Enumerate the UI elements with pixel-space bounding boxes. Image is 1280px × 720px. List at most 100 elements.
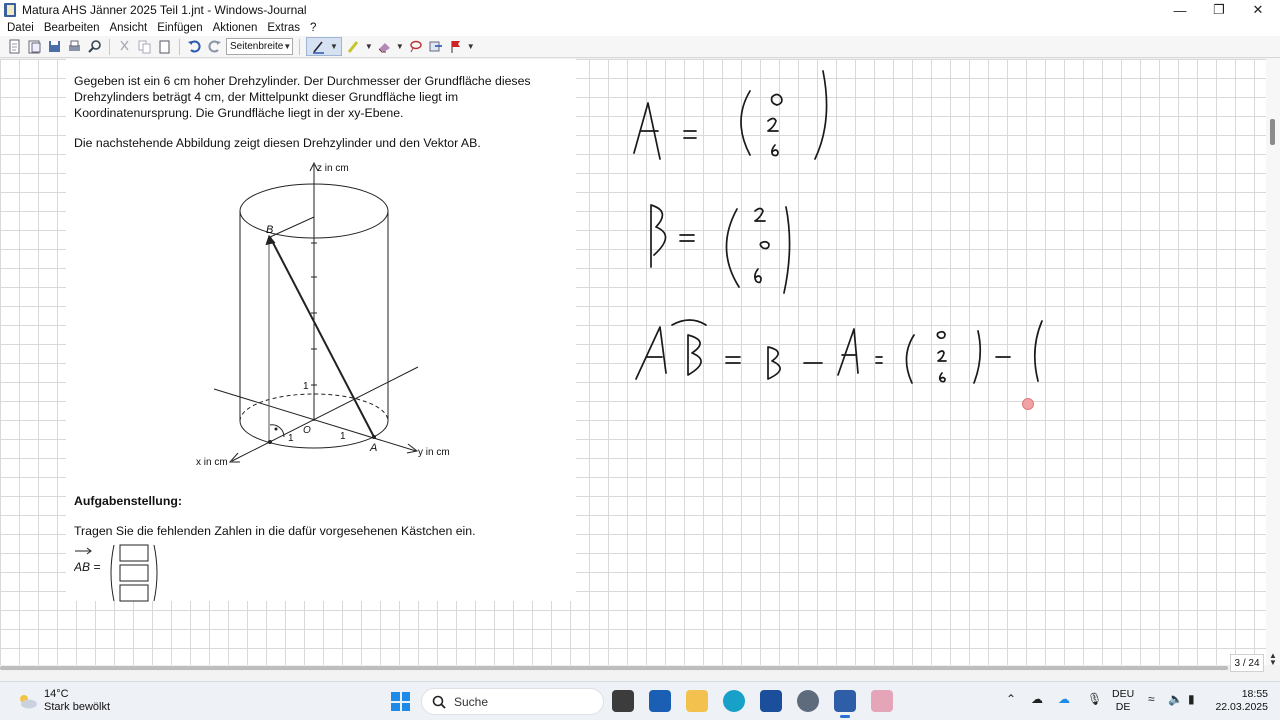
- cut-icon[interactable]: [116, 38, 133, 55]
- windows-journal-icon[interactable]: [834, 690, 856, 718]
- start-button[interactable]: [391, 692, 410, 711]
- keyboard-layout: DE: [1115, 701, 1131, 713]
- file-explorer-icon[interactable]: [686, 690, 708, 712]
- taskbar: 14°C Stark bewölkt Suche ⌃ ☁ ☁ 🎙 DEU DE …: [0, 681, 1280, 720]
- ink-paren-left: [725, 208, 740, 288]
- language-code: DEU: [1112, 688, 1135, 700]
- onedrive-icon[interactable]: ☁: [1058, 692, 1070, 706]
- battery-icon[interactable]: ▮: [1188, 692, 1195, 706]
- ink-paren-left: [740, 90, 751, 156]
- weather-temperature: 14°C: [44, 688, 69, 700]
- ink-letter-a: [635, 326, 667, 380]
- settings-gear-icon[interactable]: [797, 690, 819, 712]
- edge-icon[interactable]: [723, 690, 745, 712]
- journal-app-icon: [4, 3, 16, 17]
- chevron-down-icon[interactable]: ▼: [365, 42, 373, 51]
- print-icon[interactable]: [66, 38, 83, 55]
- title-bar: Matura AHS Jänner 2025 Teil 1.jnt - Wind…: [0, 0, 1280, 20]
- speaker-icon[interactable]: 🔈: [1168, 692, 1183, 706]
- redo-icon[interactable]: [206, 38, 223, 55]
- new-note-icon[interactable]: [6, 38, 23, 55]
- paste-icon[interactable]: [156, 38, 173, 55]
- search-icon: [432, 695, 446, 709]
- page-down-icon[interactable]: ▼: [1269, 658, 1277, 667]
- ink-paren-right: [783, 206, 791, 294]
- menu-bar: Datei Bearbeiten Ansicht Einfügen Aktion…: [0, 20, 1280, 36]
- wifi-icon[interactable]: ≈: [1148, 692, 1155, 706]
- menu-help[interactable]: ?: [305, 22, 321, 34]
- snipping-tool-icon[interactable]: [871, 690, 893, 712]
- toolbar: Seitenbreite ▼ ▼ ▼ ▼ ▼: [0, 36, 1280, 58]
- page-nav-arrows[interactable]: ▲ ▼: [1266, 652, 1280, 674]
- find-icon[interactable]: [86, 38, 103, 55]
- chevron-down-icon[interactable]: ▼: [467, 42, 475, 51]
- menu-extras[interactable]: Extras: [262, 22, 305, 34]
- pen-icon: [310, 38, 327, 55]
- zoom-select[interactable]: Seitenbreite ▼: [226, 38, 293, 55]
- eraser-icon[interactable]: [376, 38, 393, 55]
- ink-digit-6: [754, 268, 762, 284]
- highlighter-icon[interactable]: [345, 38, 362, 55]
- journal-canvas[interactable]: Gegeben ist ein 6 cm hoher Drehzylinder.…: [0, 59, 1266, 665]
- chevron-up-icon[interactable]: ⌃: [1006, 692, 1016, 706]
- handwritten-notes: [633, 70, 1043, 384]
- menu-aktionen[interactable]: Aktionen: [208, 22, 263, 34]
- ink-digit-2: [754, 207, 766, 222]
- weather-widget[interactable]: 14°C Stark bewölkt: [16, 688, 110, 714]
- ink-digit-2: [767, 117, 779, 132]
- horizontal-scrollbar[interactable]: [0, 665, 1230, 671]
- ink-paren-right: [973, 330, 982, 384]
- close-button[interactable]: ✕: [1238, 0, 1278, 20]
- outlook-icon[interactable]: [649, 690, 671, 712]
- cloud-icon[interactable]: ☁: [1031, 692, 1043, 706]
- ink-equals: [679, 234, 695, 242]
- ink-digit-2: [937, 350, 947, 362]
- copy-icon[interactable]: [136, 38, 153, 55]
- insert-space-icon[interactable]: [427, 38, 444, 55]
- ink-letter-a: [837, 328, 859, 376]
- chevron-down-icon[interactable]: ▼: [396, 42, 404, 51]
- pen-tool-button[interactable]: ▼: [306, 37, 342, 56]
- menu-datei[interactable]: Datei: [2, 22, 39, 34]
- ink-letter-b: [687, 334, 702, 376]
- toolbar-separator: [179, 38, 180, 55]
- clock-time: 18:55: [1241, 688, 1268, 700]
- ink-digit-6: [938, 372, 946, 383]
- pen-cursor-icon: [1022, 398, 1034, 410]
- menu-bearbeiten[interactable]: Bearbeiten: [39, 22, 105, 34]
- ink-equals: [875, 356, 883, 364]
- search-box[interactable]: Suche: [421, 688, 604, 715]
- ink-letter-a: [633, 102, 661, 160]
- save-icon[interactable]: [46, 38, 63, 55]
- vertical-scrollbar[interactable]: [1266, 59, 1280, 665]
- cloud-sun-icon: [20, 695, 37, 709]
- flag-icon[interactable]: [447, 38, 464, 55]
- menu-einfuegen[interactable]: Einfügen: [152, 22, 207, 34]
- ink-equals: [725, 356, 741, 364]
- window-title: Matura AHS Jänner 2025 Teil 1.jnt - Wind…: [22, 3, 307, 17]
- chevron-down-icon[interactable]: ▼: [330, 42, 338, 51]
- lasso-icon[interactable]: [407, 38, 424, 55]
- weather-description: Stark bewölkt: [44, 701, 111, 713]
- ink-digit-6: [771, 144, 779, 157]
- ink-letter-b: [767, 346, 781, 380]
- scrollbar-thumb[interactable]: [0, 666, 1228, 670]
- scrollbar-thumb[interactable]: [1270, 119, 1275, 145]
- ink-digit-0: [936, 330, 946, 340]
- ink-letter-b: [650, 204, 667, 268]
- clock[interactable]: 18:55 22.03.2025: [1210, 688, 1268, 714]
- ink-paren-left: [1033, 320, 1043, 382]
- ink-digit-0: [770, 93, 783, 106]
- ink-paren-left: [905, 334, 915, 384]
- minimize-button[interactable]: —: [1160, 0, 1200, 20]
- restore-button[interactable]: ❐: [1199, 0, 1239, 20]
- open-icon[interactable]: [26, 38, 43, 55]
- undo-icon[interactable]: [186, 38, 203, 55]
- language-indicator[interactable]: DEU DE: [1112, 688, 1134, 714]
- chevron-down-icon: ▼: [283, 42, 292, 51]
- menu-ansicht[interactable]: Ansicht: [104, 22, 152, 34]
- page-indicator: 3 / 24: [1230, 654, 1264, 672]
- store-icon[interactable]: [760, 690, 782, 712]
- microphone-icon[interactable]: 🎙: [1087, 692, 1102, 706]
- task-view-icon[interactable]: [612, 690, 634, 712]
